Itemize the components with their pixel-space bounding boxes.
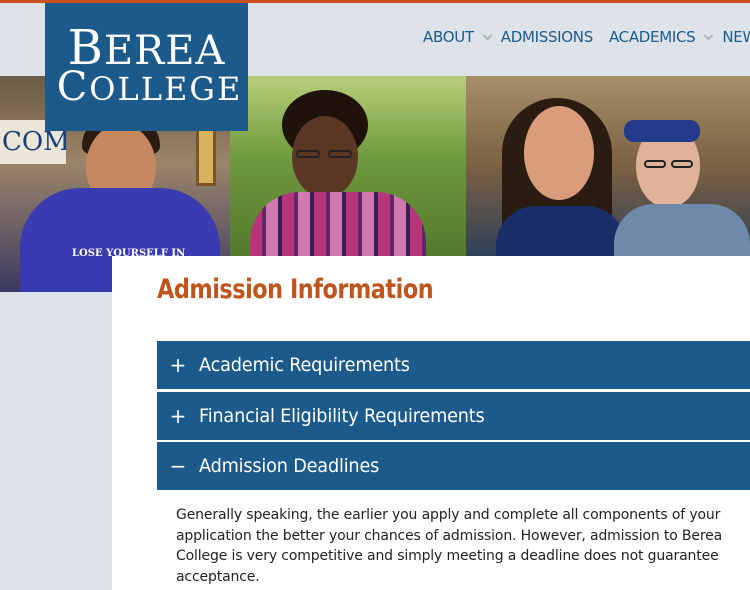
plus-icon: + [169, 404, 187, 428]
plus-icon: + [169, 353, 187, 377]
nav-item-about[interactable]: ABOUT [423, 28, 501, 46]
minus-icon: − [169, 454, 187, 478]
chevron-down-icon [482, 30, 493, 40]
nav-item-news[interactable]: NEWS [722, 28, 750, 46]
page-title: Admission Information [157, 274, 434, 305]
student-photo-3 [466, 76, 750, 256]
accordion-financial-eligibility[interactable]: + Financial Eligibility Requirements [157, 392, 750, 440]
nav-item-admissions[interactable]: ADMISSIONS [501, 28, 594, 46]
nav-item-academics[interactable]: ACADEMICS [609, 28, 722, 46]
main-navigation: ABOUT ADMISSIONS ACADEMICS NEWS [423, 28, 750, 46]
student-photo-2 [230, 76, 466, 256]
admission-deadlines-text: Generally speaking, the earlier you appl… [176, 507, 723, 585]
accordion-admission-deadlines[interactable]: − Admission Deadlines [157, 442, 750, 490]
accordion-academic-requirements[interactable]: + Academic Requirements [157, 341, 750, 389]
berea-college-logo[interactable]: BEREA COLLEGE [45, 3, 248, 131]
chevron-down-icon [703, 30, 714, 40]
